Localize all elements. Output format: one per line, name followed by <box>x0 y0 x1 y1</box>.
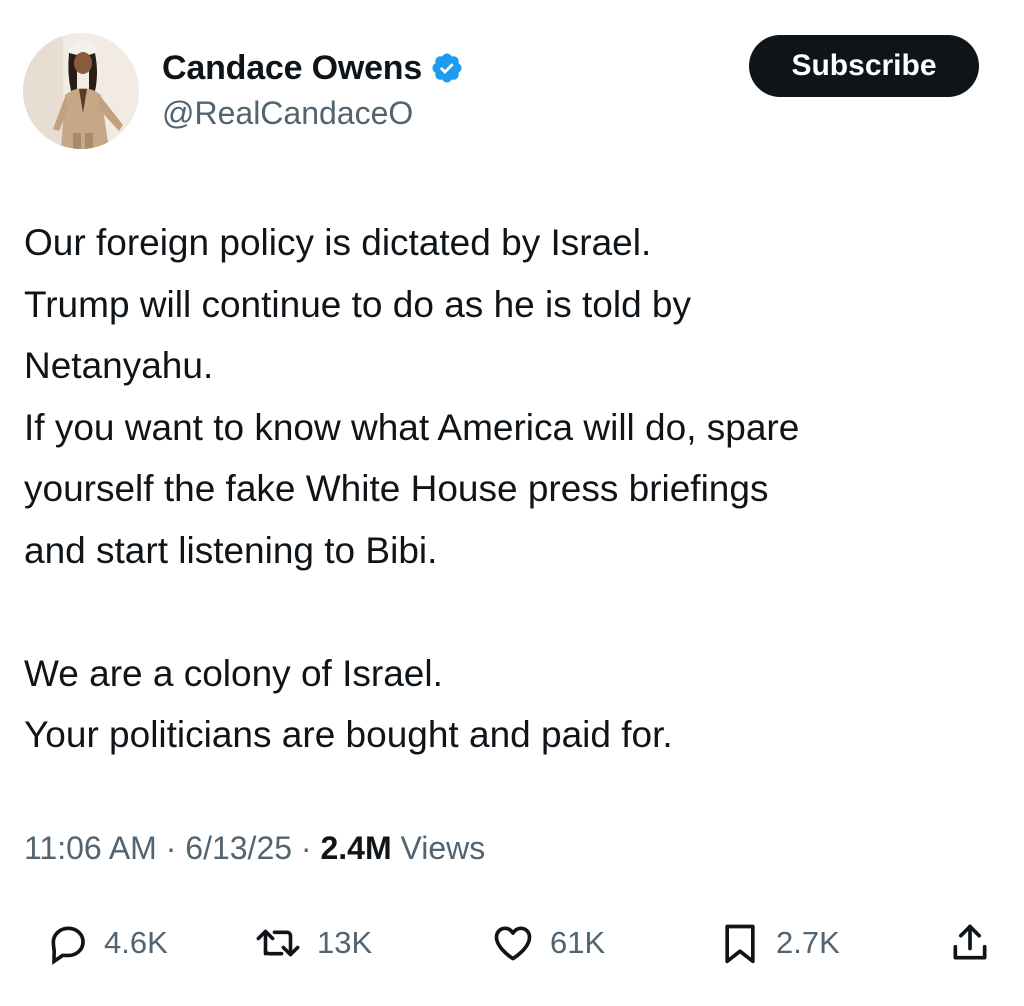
tweet-line: Trump will continue to do as he is told … <box>24 283 692 325</box>
meta-separator: · <box>165 830 177 866</box>
repost-button[interactable]: 13K <box>253 910 372 976</box>
repost-count: 13K <box>317 925 373 960</box>
bookmark-count: 2.7K <box>776 925 840 960</box>
meta-separator: · <box>300 830 312 866</box>
action-bar: 4.6K 13K 61K 2.7K <box>0 910 1024 976</box>
views-count: 2.4M <box>320 830 392 866</box>
tweet-date[interactable]: 6/13/25 <box>185 830 292 866</box>
tweet: Candace Owens @RealCandaceO Subscribe Ou… <box>0 0 1024 1006</box>
like-button[interactable]: 61K <box>490 910 605 976</box>
reply-icon <box>46 921 90 965</box>
tweet-paragraph-gap <box>24 581 994 643</box>
like-count: 61K <box>550 925 606 960</box>
tweet-line: Your politicians are bought and paid for… <box>24 714 673 755</box>
author-display-name[interactable]: Candace Owens <box>162 49 422 88</box>
views-label: Views <box>400 830 486 866</box>
tweet-line: If you want to know what America will do… <box>24 406 800 448</box>
share-icon <box>948 920 992 966</box>
author-handle[interactable]: @RealCandaceO <box>162 95 413 132</box>
share-button[interactable] <box>948 910 992 976</box>
tweet-line: We are a colony of Israel. <box>24 652 443 694</box>
bookmark-icon <box>718 920 762 966</box>
tweet-line: Netanyahu. <box>24 345 214 386</box>
avatar[interactable] <box>23 33 139 149</box>
subscribe-button[interactable]: Subscribe <box>749 35 979 97</box>
tweet-text: Our foreign policy is dictated by Israel… <box>24 212 994 766</box>
like-icon <box>490 921 536 965</box>
reply-count: 4.6K <box>104 925 168 960</box>
tweet-line: Our foreign policy is dictated by Israel… <box>24 222 652 263</box>
verified-badge-icon[interactable] <box>430 51 464 85</box>
author-name-row: Candace Owens <box>162 44 464 92</box>
tweet-meta: 11:06 AM · 6/13/25 · 2.4M Views <box>24 830 485 867</box>
tweet-line: and start listening to Bibi. <box>24 529 438 571</box>
reply-button[interactable]: 4.6K <box>46 910 168 976</box>
repost-icon <box>253 921 303 965</box>
bookmark-button[interactable]: 2.7K <box>718 910 840 976</box>
tweet-time[interactable]: 11:06 AM <box>24 830 157 866</box>
tweet-line: yourself the fake White House press brie… <box>24 468 769 509</box>
